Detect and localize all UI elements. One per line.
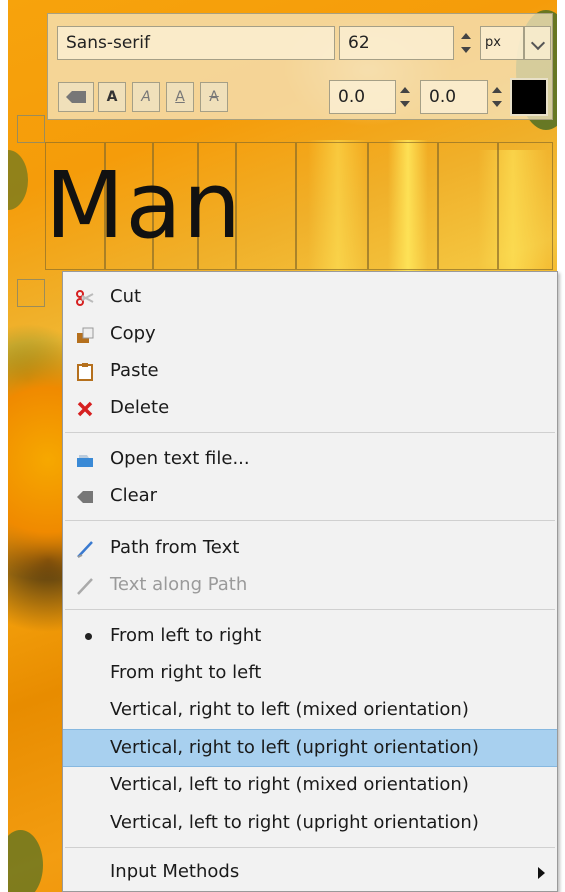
menu-item-delete[interactable]: Delete [63,391,557,427]
underline-button[interactable]: A [166,82,194,112]
menu-item-vertical-rtl-upright[interactable]: Vertical, right to left (upright orienta… [63,729,557,767]
chevron-down-icon [530,35,545,51]
font-name-field[interactable]: Sans-serif [57,26,335,60]
delete-icon [77,401,93,417]
font-size-spinner[interactable] [459,27,473,59]
glyph-box [368,142,438,270]
menu-item-path-from-text[interactable]: Path from Text [63,531,557,567]
leaf-shape [8,150,28,210]
menu-item-vertical-ltr-upright[interactable]: Vertical, left to right (upright orienta… [63,806,557,842]
menu-separator [65,520,555,521]
canvas-text[interactable]: Man [45,156,242,256]
path-icon [77,541,93,558]
menu-separator [65,609,555,610]
menu-item-copy[interactable]: Copy [63,317,557,353]
menu-separator [65,847,555,848]
menu-item-left-to-right[interactable]: From left to right [63,619,557,655]
glyph-box [438,142,498,270]
menu-item-clear[interactable]: Clear [63,479,557,515]
text-box-handle[interactable] [17,279,45,307]
radio-bullet-icon [85,633,92,640]
font-size-field[interactable]: 62 [339,26,454,60]
bold-button[interactable]: A [98,82,126,112]
letter-spacing-spinner[interactable] [490,81,504,113]
menu-item-cut[interactable]: Cut [63,280,557,316]
context-menu: Cut Copy Paste Delete Open text file... … [62,271,558,892]
eraser-icon [66,91,86,103]
scissors-icon [76,290,94,306]
menu-item-paste[interactable]: Paste [63,354,557,390]
text-color-swatch[interactable] [510,78,548,116]
path-icon [77,578,93,595]
letter-spacing-field[interactable]: 0.0 [420,80,488,114]
menu-item-input-methods[interactable]: Input Methods [63,855,557,891]
glyph-box [296,142,368,270]
text-box-handle[interactable] [17,115,45,143]
line-spacing-spinner[interactable] [398,81,412,113]
strikethrough-button[interactable]: A [200,82,228,112]
italic-button[interactable]: A [132,82,160,112]
menu-item-right-to-left[interactable]: From right to left [63,656,557,692]
leaf-shape [8,830,43,892]
copy-icon [77,327,94,343]
submenu-arrow-icon [538,867,545,879]
menu-item-text-along-path[interactable]: Text along Path [63,568,557,604]
menu-item-vertical-rtl-mixed[interactable]: Vertical, right to left (mixed orientati… [63,693,557,729]
glyph-box [236,142,296,270]
paste-icon [77,363,93,381]
glyph-box [498,142,553,270]
open-file-icon [77,455,93,467]
line-spacing-field[interactable]: 0.0 [329,80,396,114]
unit-dropdown-button[interactable] [524,26,551,60]
menu-item-vertical-ltr-mixed[interactable]: Vertical, left to right (mixed orientati… [63,768,557,804]
menu-separator [65,432,555,433]
clear-format-button[interactable] [58,82,94,112]
eraser-icon [77,491,93,503]
menu-item-open-text-file[interactable]: Open text file... [63,442,557,478]
text-tool-options: Sans-serif 62 px A A A A 0.0 0.0 [47,13,553,120]
unit-select[interactable]: px [480,26,524,60]
